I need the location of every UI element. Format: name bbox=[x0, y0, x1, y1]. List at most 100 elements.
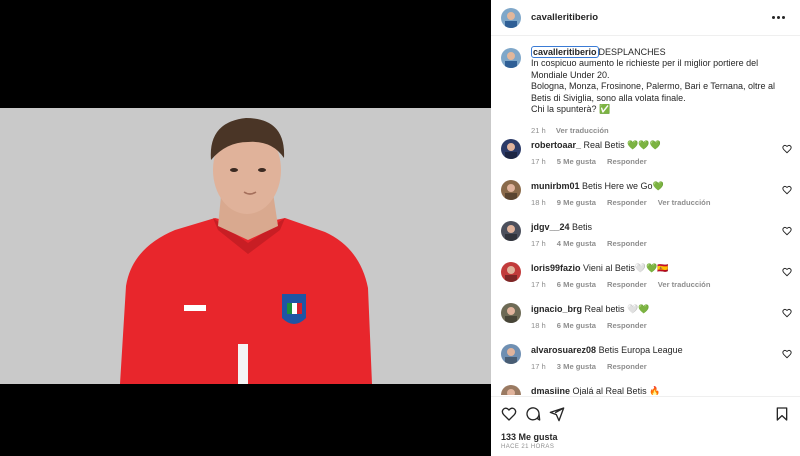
comment-row: dmasiine Ojalá al Real Betis 🔥 bbox=[501, 385, 796, 395]
comment-meta: 17 h 5 Me gusta Responder bbox=[531, 157, 669, 166]
avatar-image bbox=[505, 184, 517, 200]
post-header: cavalleritiberio bbox=[491, 0, 800, 36]
comment-likes[interactable]: 6 Me gusta bbox=[557, 280, 596, 289]
avatar[interactable] bbox=[501, 48, 521, 68]
comments-list[interactable]: cavalleritiberio DESPLANCHES In cospicuo … bbox=[491, 37, 800, 395]
caption-line: Bologna, Monza, Frosinone, Palermo, Bari… bbox=[531, 81, 775, 92]
comment-text-line: jdgv__24 Betis bbox=[531, 222, 592, 232]
comment-username[interactable]: dmasiine bbox=[531, 386, 570, 395]
translate-link[interactable]: Ver traducción bbox=[658, 198, 711, 207]
comment-username[interactable]: alvarosuarez08 bbox=[531, 345, 596, 355]
comment-likes[interactable]: 5 Me gusta bbox=[557, 157, 596, 166]
comment-text: Real Betis 💚💚💚 bbox=[583, 140, 661, 150]
comment-row: munirbm01 Betis Here we Go💚 18 h 9 Me gust… bbox=[501, 180, 796, 220]
more-options-icon[interactable] bbox=[772, 12, 788, 22]
instagram-post-view: cavalleritiberio cavalleritiberio DESPLAN… bbox=[0, 0, 800, 456]
comment-like-heart-icon[interactable] bbox=[782, 267, 792, 277]
actions-bar: 133 Me gusta HACE 21 HORAS bbox=[491, 396, 800, 456]
comment-time: 17 h bbox=[531, 157, 546, 166]
reply-link[interactable]: Responder bbox=[607, 198, 647, 207]
post-side-panel: cavalleritiberio cavalleritiberio DESPLAN… bbox=[491, 0, 800, 456]
avatar-image bbox=[501, 48, 521, 68]
avatar-image bbox=[501, 8, 521, 28]
comment-like-heart-icon[interactable] bbox=[782, 308, 792, 318]
comment-text: Vieni al Betis🤍💚🇪🇸 bbox=[583, 263, 669, 273]
avatar-image bbox=[505, 225, 517, 241]
comment-time: 17 h bbox=[531, 280, 546, 289]
comment-row: alvarosuarez08 Betis Europa League 17 h 3 … bbox=[501, 344, 796, 384]
comment-text-line: dmasiine Ojalá al Real Betis 🔥 bbox=[531, 386, 660, 395]
comment-text: Betis Here we Go💚 bbox=[582, 181, 664, 191]
translate-link[interactable]: Ver traducción bbox=[556, 126, 609, 135]
comment-like-heart-icon[interactable] bbox=[782, 226, 792, 236]
comment-username[interactable]: jdgv__24 bbox=[531, 222, 570, 232]
post-photo[interactable] bbox=[0, 108, 491, 384]
comment-row: jdgv__24 Betis 17 h 4 Me gusta Responder bbox=[501, 221, 796, 261]
comment-text: Real betis 🤍💚 bbox=[584, 304, 650, 314]
comment-likes[interactable]: 9 Me gusta bbox=[557, 198, 596, 207]
comment-text-line: ignacio_brg Real betis 🤍💚 bbox=[531, 304, 649, 315]
avatar-image bbox=[505, 307, 517, 323]
comment-text-line: alvarosuarez08 Betis Europa League bbox=[531, 345, 683, 355]
avatar-image bbox=[505, 143, 517, 159]
comment-icon[interactable] bbox=[525, 406, 541, 422]
comment-meta: 17 h 3 Me gusta Responder bbox=[531, 362, 669, 371]
comment-text-line: robertoaar_ Real Betis 💚💚💚 bbox=[531, 140, 661, 151]
comment-text: Betis bbox=[572, 222, 593, 232]
caption-username[interactable]: cavalleritiberio bbox=[531, 46, 599, 58]
comment-time: 17 h bbox=[531, 362, 546, 371]
comment-username[interactable]: ignacio_brg bbox=[531, 304, 582, 314]
comment-text: Betis Europa League bbox=[598, 345, 683, 355]
caption-line: DESPLANCHES bbox=[598, 47, 666, 57]
avatar[interactable] bbox=[501, 262, 521, 282]
bookmark-icon[interactable] bbox=[774, 406, 790, 422]
reply-link[interactable]: Responder bbox=[607, 362, 647, 371]
comment-meta: 17 h 4 Me gusta Responder bbox=[531, 239, 669, 248]
comment-meta: 17 h 6 Me gusta Responder Ver traducción bbox=[531, 280, 721, 289]
comment-like-heart-icon[interactable] bbox=[782, 185, 792, 195]
avatar[interactable] bbox=[501, 221, 521, 241]
reply-link[interactable]: Responder bbox=[607, 157, 647, 166]
reply-link[interactable]: Responder bbox=[607, 280, 647, 289]
share-icon[interactable] bbox=[549, 406, 565, 422]
avatar[interactable] bbox=[501, 8, 521, 28]
comment-like-heart-icon[interactable] bbox=[782, 144, 792, 154]
translate-link[interactable]: Ver traducción bbox=[658, 280, 711, 289]
caption-time: 21 h bbox=[531, 126, 546, 135]
comment-meta: 18 h 9 Me gusta Responder Ver traducción bbox=[531, 198, 721, 207]
caption-line: Mondiale Under 20. bbox=[531, 69, 610, 80]
avatar[interactable] bbox=[501, 303, 521, 323]
comment-time: 18 h bbox=[531, 198, 546, 207]
comment-text: Ojalá al Real Betis 🔥 bbox=[572, 386, 661, 395]
avatar[interactable] bbox=[501, 180, 521, 200]
comment-likes[interactable]: 4 Me gusta bbox=[557, 239, 596, 248]
comment-username[interactable]: robertoaar_ bbox=[531, 140, 581, 150]
comment-likes[interactable]: 6 Me gusta bbox=[557, 321, 596, 330]
comment-text-line: munirbm01 Betis Here we Go💚 bbox=[531, 181, 664, 192]
comment-row: loris99fazio Vieni al Betis🤍💚🇪🇸 17 h 6 Me … bbox=[501, 262, 796, 302]
comment-like-heart-icon[interactable] bbox=[782, 349, 792, 359]
post-username[interactable]: cavalleritiberio bbox=[531, 12, 598, 23]
comment-username[interactable]: munirbm01 bbox=[531, 181, 580, 191]
player-photo-illustration bbox=[0, 108, 491, 384]
caption-line: Chi la spunterà? ✅ bbox=[531, 104, 611, 115]
post-time-ago: HACE 21 HORAS bbox=[501, 444, 555, 450]
comment-username[interactable]: loris99fazio bbox=[531, 263, 581, 273]
comment-text-line: loris99fazio Vieni al Betis🤍💚🇪🇸 bbox=[531, 263, 669, 274]
avatar[interactable] bbox=[501, 139, 521, 159]
caption-text: cavalleritiberio DESPLANCHES In cospicuo … bbox=[531, 46, 793, 115]
likes-count[interactable]: 133 Me gusta bbox=[501, 432, 558, 442]
reply-link[interactable]: Responder bbox=[607, 321, 647, 330]
comment-likes[interactable]: 3 Me gusta bbox=[557, 362, 596, 371]
comment-time: 17 h bbox=[531, 239, 546, 248]
avatar-image bbox=[507, 389, 515, 395]
avatar[interactable] bbox=[501, 385, 521, 395]
comment-time: 18 h bbox=[531, 321, 546, 330]
comment-row: robertoaar_ Real Betis 💚💚💚 17 h 5 Me gusta… bbox=[501, 139, 796, 179]
reply-link[interactable]: Responder bbox=[607, 239, 647, 248]
caption-line: In cospicuo aumento le richieste per il … bbox=[531, 58, 759, 69]
heart-icon[interactable] bbox=[501, 406, 517, 422]
avatar-image bbox=[505, 266, 517, 282]
avatar[interactable] bbox=[501, 344, 521, 364]
comment-meta: 18 h 6 Me gusta Responder bbox=[531, 321, 669, 330]
